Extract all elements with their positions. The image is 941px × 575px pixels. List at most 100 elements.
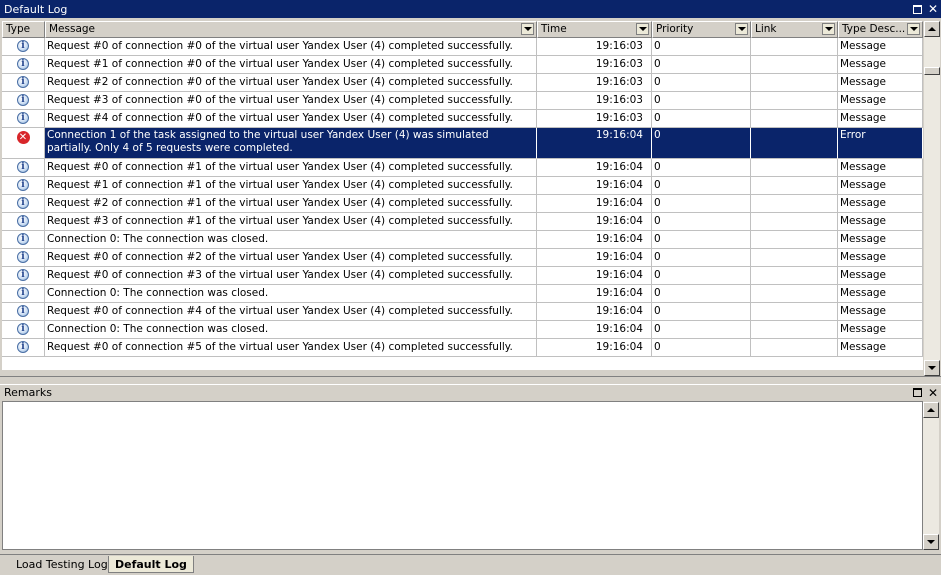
- cell-type: i: [2, 56, 45, 74]
- table-row[interactable]: i Request #3 of connection #0 of the virt…: [2, 92, 923, 110]
- table-row[interactable]: i Request #2 of connection #1 of the virt…: [2, 195, 923, 213]
- cell-type-desc: Message: [838, 74, 923, 92]
- info-icon: i: [17, 269, 29, 281]
- arrow-down-icon: [927, 540, 935, 544]
- table-row[interactable]: i Connection 0: The connection was closed…: [2, 285, 923, 303]
- grid-vertical-scrollbar[interactable]: [924, 21, 940, 376]
- scroll-up-button[interactable]: [924, 21, 940, 37]
- cell-link: [751, 128, 838, 159]
- grid-header: Type Message Time Priority Link Type Desc...: [2, 21, 923, 38]
- maximize-icon[interactable]: [909, 1, 925, 17]
- cell-message: Request #2 of connection #1 of the virtu…: [45, 195, 537, 213]
- cell-priority: 0: [652, 159, 751, 177]
- cell-time: 19:16:04: [537, 213, 652, 231]
- table-row-selected[interactable]: ✕ Connection 1 of the task assigned to th…: [2, 128, 923, 159]
- column-header-priority[interactable]: Priority: [652, 21, 751, 38]
- info-icon: i: [17, 341, 29, 353]
- cell-time: 19:16:03: [537, 38, 652, 56]
- filter-dropdown-button[interactable]: [636, 23, 649, 35]
- chevron-down-icon: [824, 27, 833, 31]
- tab-load-testing-log[interactable]: Load Testing Log: [10, 556, 115, 573]
- filter-dropdown-button[interactable]: [907, 23, 920, 35]
- filter-dropdown-button[interactable]: [822, 23, 835, 35]
- table-row[interactable]: i Request #2 of connection #0 of the virt…: [2, 74, 923, 92]
- cell-time: 19:16:04: [537, 285, 652, 303]
- scroll-up-button[interactable]: [923, 402, 939, 418]
- cell-message: Request #0 of connection #0 of the virtu…: [45, 38, 537, 56]
- column-header-message[interactable]: Message: [45, 21, 537, 38]
- info-icon: i: [17, 76, 29, 88]
- info-icon: i: [17, 179, 29, 191]
- cell-type: i: [2, 285, 45, 303]
- table-row[interactable]: i Request #0 of connection #2 of the virt…: [2, 249, 923, 267]
- tab-default-log[interactable]: Default Log: [108, 556, 194, 573]
- cell-link: [751, 339, 838, 357]
- cell-type-desc: Message: [838, 339, 923, 357]
- table-row[interactable]: i Request #0 of connection #1 of the virt…: [2, 159, 923, 177]
- column-header-link[interactable]: Link: [751, 21, 838, 38]
- cell-type-desc: Message: [838, 195, 923, 213]
- table-row[interactable]: i Request #0 of connection #5 of the virt…: [2, 339, 923, 357]
- cell-time: 19:16:04: [537, 231, 652, 249]
- table-row[interactable]: i Request #0 of connection #3 of the virt…: [2, 267, 923, 285]
- cell-type-desc: Message: [838, 177, 923, 195]
- cell-time: 19:16:04: [537, 177, 652, 195]
- log-grid: Type Message Time Priority Link Type Desc... …: [0, 19, 941, 377]
- cell-link: [751, 303, 838, 321]
- cell-time: 19:16:04: [537, 195, 652, 213]
- table-row[interactable]: i Connection 0: The connection was closed…: [2, 231, 923, 249]
- cell-time: 19:16:04: [537, 303, 652, 321]
- remarks-vertical-scrollbar[interactable]: [923, 402, 939, 550]
- cell-link: [751, 267, 838, 285]
- cell-message: Request #1 of connection #1 of the virtu…: [45, 177, 537, 195]
- cell-time: 19:16:04: [537, 128, 652, 159]
- table-row[interactable]: i Request #1 of connection #1 of the virt…: [2, 177, 923, 195]
- cell-type-desc: Message: [838, 231, 923, 249]
- cell-priority: 0: [652, 92, 751, 110]
- grid-rows: i Request #0 of connection #0 of the virt…: [2, 38, 923, 370]
- table-row[interactable]: i Request #0 of connection #0 of the virt…: [2, 38, 923, 56]
- cell-message: Connection 1 of the task assigned to the…: [45, 128, 537, 159]
- cell-time: 19:16:03: [537, 92, 652, 110]
- table-row[interactable]: i Request #1 of connection #0 of the virt…: [2, 56, 923, 74]
- cell-type: i: [2, 38, 45, 56]
- cell-link: [751, 110, 838, 128]
- column-header-label: Priority: [656, 23, 694, 35]
- cell-time: 19:16:04: [537, 159, 652, 177]
- cell-type-desc: Message: [838, 267, 923, 285]
- remarks-textarea[interactable]: [2, 401, 923, 550]
- cell-message: Request #0 of connection #4 of the virtu…: [45, 303, 537, 321]
- cell-priority: 0: [652, 249, 751, 267]
- close-icon[interactable]: ✕: [925, 1, 941, 17]
- scroll-down-button[interactable]: [924, 360, 940, 376]
- cell-type-desc: Message: [838, 159, 923, 177]
- table-row[interactable]: i Request #0 of connection #4 of the virt…: [2, 303, 923, 321]
- cell-link: [751, 56, 838, 74]
- column-header-type[interactable]: Type: [2, 21, 45, 38]
- column-header-label: Type: [6, 23, 31, 35]
- cell-time: 19:16:04: [537, 321, 652, 339]
- cell-priority: 0: [652, 38, 751, 56]
- filter-dropdown-button[interactable]: [521, 23, 534, 35]
- table-row[interactable]: i Connection 0: The connection was closed…: [2, 321, 923, 339]
- cell-message: Request #2 of connection #0 of the virtu…: [45, 74, 537, 92]
- cell-type-desc: Message: [838, 56, 923, 74]
- filter-dropdown-button[interactable]: [735, 23, 748, 35]
- cell-priority: 0: [652, 267, 751, 285]
- default-log-titlebar: Default Log ✕: [0, 0, 941, 18]
- scroll-down-button[interactable]: [923, 534, 939, 550]
- column-header-time[interactable]: Time: [537, 21, 652, 38]
- table-row[interactable]: i Request #4 of connection #0 of the virt…: [2, 110, 923, 128]
- cell-link: [751, 92, 838, 110]
- cell-type: i: [2, 74, 45, 92]
- table-row[interactable]: i Request #3 of connection #1 of the virt…: [2, 213, 923, 231]
- chevron-down-icon: [909, 27, 918, 31]
- cell-time: 19:16:04: [537, 249, 652, 267]
- cell-type-desc: Message: [838, 321, 923, 339]
- cell-message: Request #0 of connection #5 of the virtu…: [45, 339, 537, 357]
- column-header-label: Link: [755, 23, 777, 35]
- close-icon[interactable]: ✕: [925, 385, 941, 401]
- column-header-type-desc[interactable]: Type Desc...: [838, 21, 923, 38]
- maximize-icon[interactable]: [909, 385, 925, 401]
- scroll-thumb[interactable]: [924, 67, 940, 75]
